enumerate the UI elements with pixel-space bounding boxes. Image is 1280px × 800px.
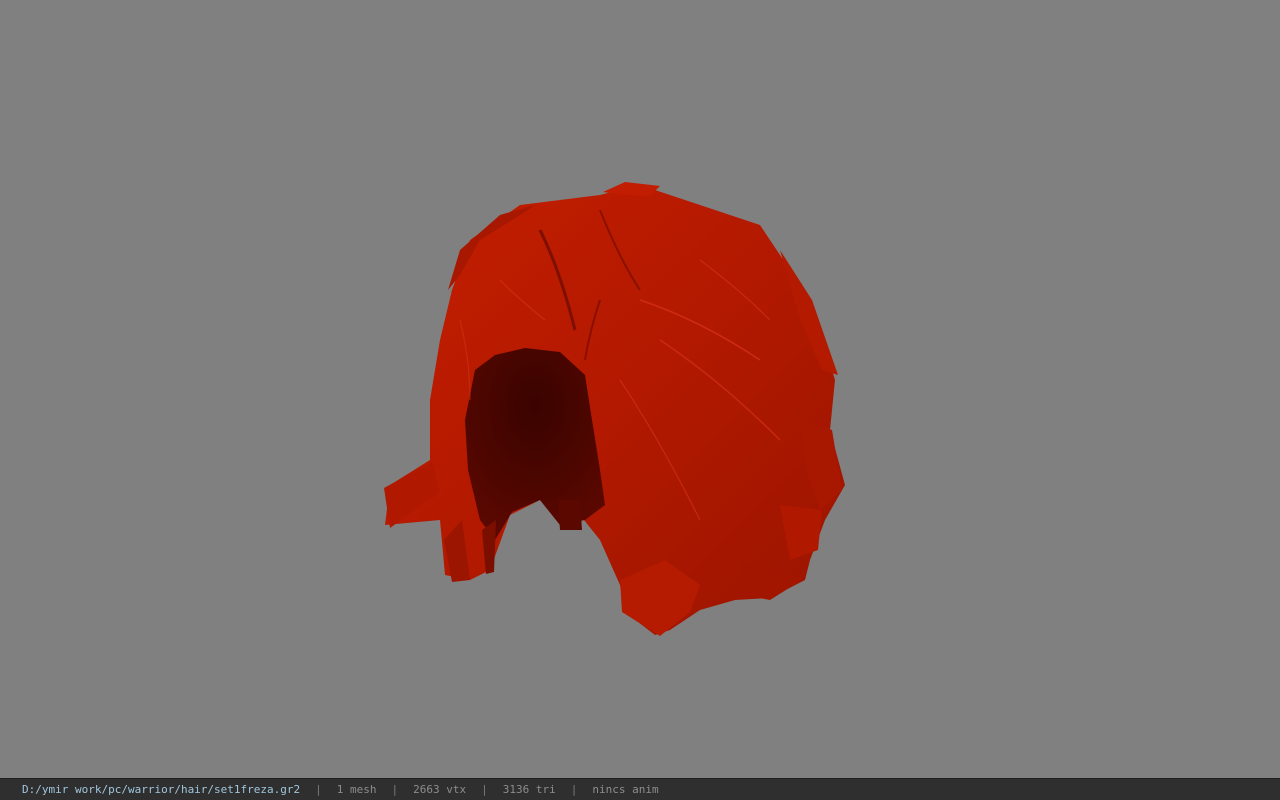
hair-mesh bbox=[384, 182, 845, 636]
separator: | bbox=[315, 783, 322, 796]
separator: | bbox=[391, 783, 399, 796]
file-path: D:/ymir work/pc/warrior/hair/set1freza.g… bbox=[22, 783, 301, 796]
separator: | bbox=[481, 783, 488, 796]
status-bar: D:/ymir work/pc/warrior/hair/set1freza.g… bbox=[0, 778, 1280, 800]
3d-viewport[interactable] bbox=[0, 0, 1280, 778]
triangle-count: 3136 tri bbox=[502, 783, 556, 796]
separator: | bbox=[570, 783, 578, 796]
mesh-count: 1 mesh bbox=[336, 783, 377, 796]
animation-status: nincs anim bbox=[592, 783, 659, 796]
hair-model-render bbox=[384, 182, 845, 636]
vertex-count: 2663 vtx bbox=[413, 783, 467, 796]
